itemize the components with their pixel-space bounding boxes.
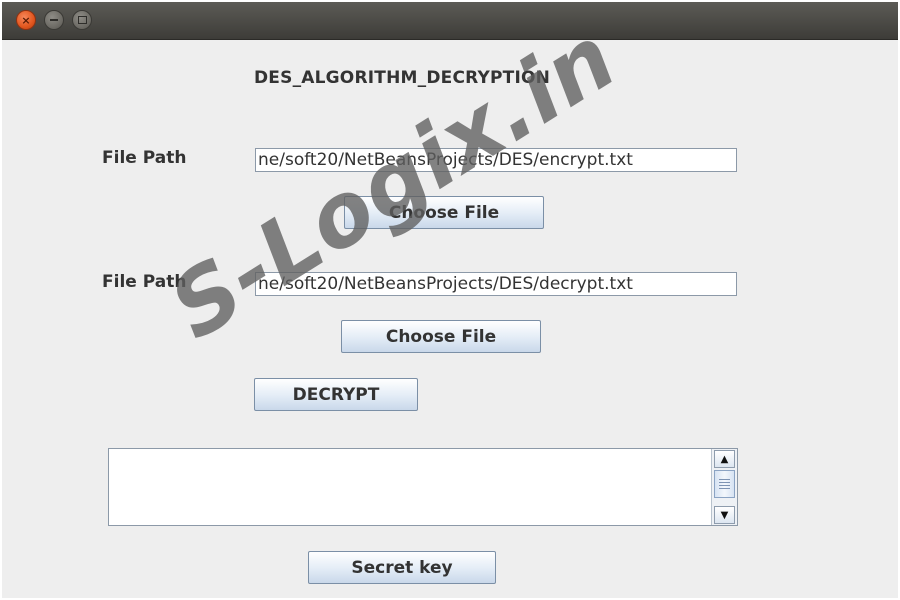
title-bar: × bbox=[2, 2, 898, 40]
output-text-area: ▲ ▼ bbox=[108, 448, 738, 526]
secret-key-button[interactable]: Secret key bbox=[308, 551, 496, 584]
output-textarea[interactable] bbox=[109, 449, 709, 525]
choose-encrypt-file-button[interactable]: Choose File bbox=[344, 196, 544, 229]
decrypt-file-path-field[interactable]: ne/soft20/NetBeansProjects/DES/decrypt.t… bbox=[255, 272, 737, 296]
app-window: × DES_ALGORITHM_DECRYPTION File Path ne/… bbox=[2, 2, 898, 598]
minimize-icon[interactable] bbox=[44, 10, 64, 30]
decrypt-button[interactable]: DECRYPT bbox=[254, 378, 418, 411]
scroll-up-icon[interactable]: ▲ bbox=[714, 450, 735, 468]
encrypt-file-path-field[interactable]: ne/soft20/NetBeansProjects/DES/encrypt.t… bbox=[255, 148, 737, 172]
watermark: S-Logix.in bbox=[152, 5, 634, 360]
scroll-down-icon[interactable]: ▼ bbox=[714, 506, 735, 524]
vertical-scrollbar[interactable]: ▲ ▼ bbox=[711, 449, 737, 525]
choose-decrypt-file-button[interactable]: Choose File bbox=[341, 320, 541, 353]
encrypt-file-path-value: ne/soft20/NetBeansProjects/DES/encrypt.t… bbox=[258, 150, 633, 170]
close-icon[interactable]: × bbox=[16, 10, 36, 30]
page-title: DES_ALGORITHM_DECRYPTION bbox=[254, 68, 551, 88]
decrypt-file-path-label: File Path bbox=[102, 272, 187, 292]
encrypt-file-path-label: File Path bbox=[102, 148, 187, 168]
decrypt-file-path-value: ne/soft20/NetBeansProjects/DES/decrypt.t… bbox=[258, 274, 633, 294]
scroll-thumb[interactable] bbox=[714, 470, 735, 498]
maximize-icon[interactable] bbox=[72, 10, 92, 30]
